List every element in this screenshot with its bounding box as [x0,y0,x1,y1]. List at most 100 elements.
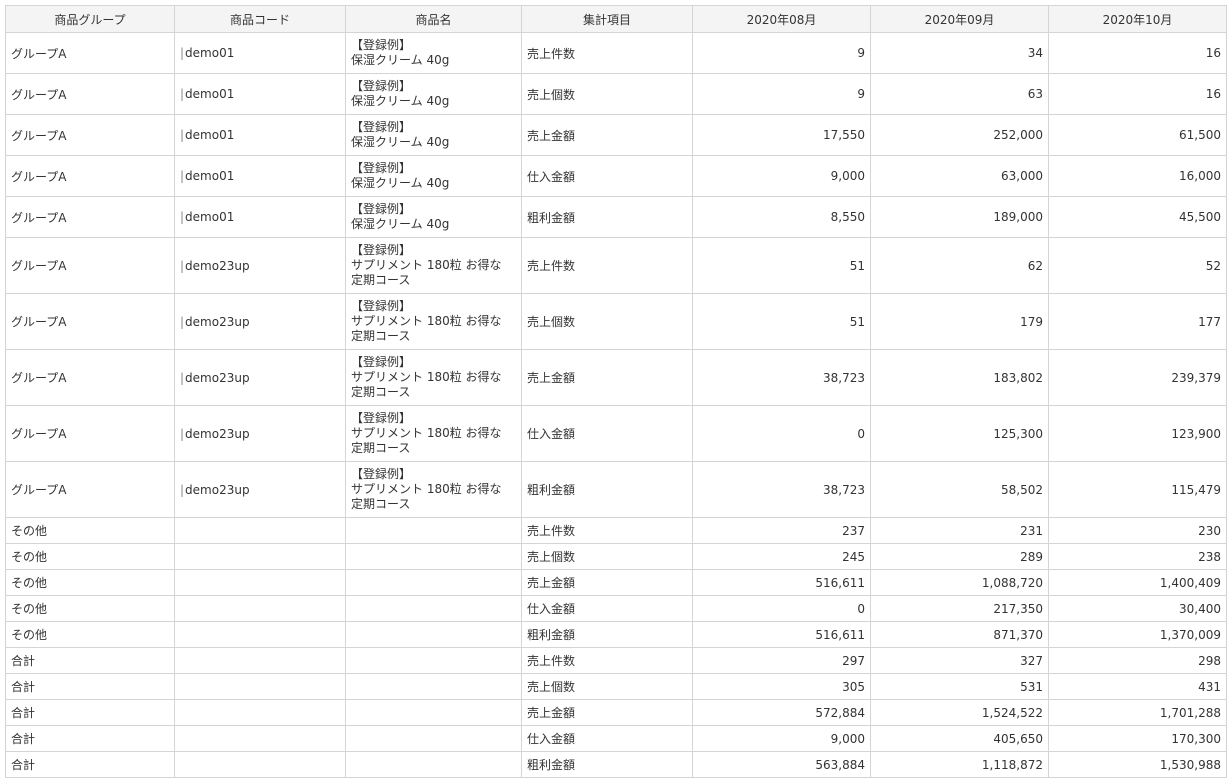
product-name-line: 定期コース [351,385,411,399]
cell-month-2: 58,502 [870,461,1049,518]
cell-group: グループA [5,349,175,406]
column-header-month-1[interactable]: 2020年08月 [692,5,871,33]
cell-group: その他 [5,595,175,622]
column-header-month-2[interactable]: 2020年09月 [870,5,1049,33]
cell-month-2: 217,350 [870,595,1049,622]
table-row: 合計 売上金額 572,884 1,524,522 1,701,288 [5,699,1227,726]
product-name-line: サプリメント 180粒 お得な [351,314,502,328]
cell-product-name [345,595,522,622]
cell-month-1: 8,550 [692,196,871,238]
cell-month-2: 34 [870,32,1049,74]
table-row: その他 仕入金額 0 217,350 30,400 [5,595,1227,622]
cell-month-1: 9,000 [692,725,871,752]
cell-code [174,647,346,674]
cell-group: グループA [5,461,175,518]
cell-month-1: 38,723 [692,349,871,406]
table-body: グループA |demo01 【登録例】 保湿クリーム 40g 売上件数 9 34 16 グループ… [5,32,1227,778]
product-name-line: 【登録例】 [351,243,412,257]
table-row: グループA |demo01 【登録例】 保湿クリーム 40g 粗利金額 8,550 189,… [5,196,1227,238]
cell-product-name: 【登録例】 サプリメント 180粒 お得な 定期コース [345,293,522,350]
column-header-code[interactable]: 商品コード [174,5,346,33]
cell-code [174,751,346,778]
product-name-line: 【登録例】 [351,120,412,134]
cell-item: 売上金額 [521,569,693,596]
cell-month-2: 252,000 [870,114,1049,156]
cell-month-1: 51 [692,293,871,350]
cell-item: 粗利金額 [521,461,693,518]
column-header-group[interactable]: 商品グループ [5,5,175,33]
cell-group: その他 [5,569,175,596]
cell-product-name: 【登録例】 保湿クリーム 40g [345,155,522,197]
code-text: demo01 [185,87,235,101]
table-row: その他 売上個数 245 289 238 [5,543,1227,570]
code-text: demo23up [185,314,250,329]
cell-product-name [345,647,522,674]
cell-month-2: 62 [870,237,1049,294]
cell-month-3: 16 [1048,32,1227,74]
cell-group: グループA [5,405,175,462]
cell-code: |demo01 [174,155,346,197]
table-row: その他 売上件数 237 231 230 [5,517,1227,544]
code-text: demo23up [185,258,250,273]
product-name-line: 保湿クリーム 40g [351,94,450,108]
cell-month-3: 1,530,988 [1048,751,1227,778]
product-name-line: 【登録例】 [351,411,412,425]
cell-product-name: 【登録例】 保湿クリーム 40g [345,196,522,238]
cell-group: 合計 [5,725,175,752]
table-row: 合計 粗利金額 563,884 1,118,872 1,530,988 [5,751,1227,778]
cell-month-1: 38,723 [692,461,871,518]
table-row: グループA |demo23up 【登録例】 サプリメント 180粒 お得な 定期コース粗… [5,461,1227,518]
column-header-name[interactable]: 商品名 [345,5,522,33]
table-row: グループA |demo01 【登録例】 保湿クリーム 40g 売上件数 9 34 16 [5,32,1227,74]
product-name-line: 定期コース [351,441,411,455]
cell-month-1: 0 [692,595,871,622]
code-divider-icon: | [180,169,185,183]
cell-item: 仕入金額 [521,725,693,752]
table-row: 合計 売上件数 297 327 298 [5,647,1227,674]
product-name-line: 【登録例】 [351,202,412,216]
cell-month-1: 305 [692,673,871,700]
cell-group: グループA [5,293,175,350]
product-name-line: 保湿クリーム 40g [351,217,450,231]
product-name-line: サプリメント 180粒 お得な [351,426,502,440]
column-header-item[interactable]: 集計項目 [521,5,693,33]
cell-code: |demo01 [174,32,346,74]
cell-product-name [345,673,522,700]
table-row: グループA |demo01 【登録例】 保湿クリーム 40g 仕入金額 9,000 63,0… [5,155,1227,197]
cell-product-name [345,569,522,596]
code-text: demo01 [185,210,235,224]
cell-month-3: 30,400 [1048,595,1227,622]
code-divider-icon: | [180,314,185,329]
product-name-line: 保湿クリーム 40g [351,176,450,190]
table-row: グループA |demo01 【登録例】 保湿クリーム 40g 売上個数 9 63 16 [5,73,1227,115]
code-divider-icon: | [180,258,185,273]
cell-group: その他 [5,621,175,648]
cell-item: 売上個数 [521,73,693,115]
table-header-row: 商品グループ 商品コード 商品名 集計項目 2020年08月 2020年09月 … [5,5,1227,33]
cell-month-2: 231 [870,517,1049,544]
cell-product-name: 【登録例】 サプリメント 180粒 お得な 定期コース [345,349,522,406]
code-text: demo01 [185,169,235,183]
cell-group: グループA [5,196,175,238]
cell-month-3: 177 [1048,293,1227,350]
cell-code: |demo23up [174,461,346,518]
cell-group: その他 [5,543,175,570]
code-divider-icon: | [180,87,185,101]
cell-month-1: 237 [692,517,871,544]
cell-code [174,621,346,648]
code-text: demo01 [185,128,235,142]
cell-item: 売上個数 [521,293,693,350]
cell-group: グループA [5,73,175,115]
column-header-month-3[interactable]: 2020年10月 [1048,5,1227,33]
cell-month-2: 1,524,522 [870,699,1049,726]
cell-month-2: 183,802 [870,349,1049,406]
product-name-line: 【登録例】 [351,79,412,93]
cell-month-3: 298 [1048,647,1227,674]
cell-product-name [345,517,522,544]
code-divider-icon: | [180,482,185,497]
cell-item: 売上件数 [521,237,693,294]
cell-group: 合計 [5,647,175,674]
cell-code [174,517,346,544]
cell-month-3: 431 [1048,673,1227,700]
cell-month-2: 289 [870,543,1049,570]
